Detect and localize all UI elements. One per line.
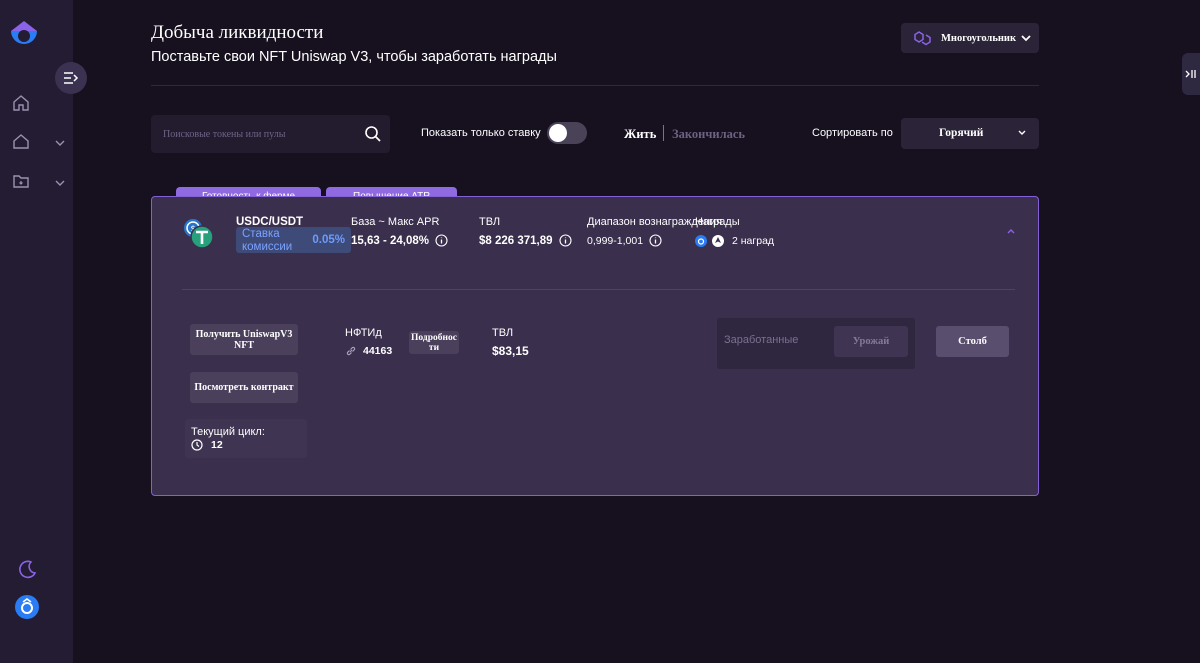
staked-only-toggle[interactable]	[547, 122, 587, 144]
tvl-value: $8 226 371,89	[479, 234, 553, 247]
earned-panel: Заработанные Урожай	[717, 318, 915, 369]
cycle-row: 12	[191, 439, 223, 451]
fee-label: Ставка комиссии	[242, 228, 293, 253]
fee-tier-badge: Ставка комиссии 0.05%	[236, 227, 351, 253]
harvest-button[interactable]: Урожай	[834, 326, 908, 357]
earned-label: Заработанные	[724, 334, 799, 346]
tab-finished[interactable]: Закончилась	[672, 127, 745, 142]
reward-token-icon	[695, 235, 707, 247]
view-contract-button[interactable]: Посмотреть контракт	[190, 372, 298, 403]
position-tvl-value: $83,15	[492, 344, 529, 358]
card-divider	[182, 289, 1015, 290]
stake-button[interactable]: Столб	[936, 326, 1009, 357]
info-icon[interactable]	[558, 234, 572, 247]
chevron-down-icon	[1018, 130, 1026, 135]
chevron-down-icon	[1021, 35, 1031, 42]
tab-live[interactable]: Жить	[624, 127, 656, 142]
fee-value: 0.05%	[312, 234, 345, 246]
rewards-value: 2 наград	[732, 235, 775, 247]
rewards-row: 2 наград	[694, 234, 774, 248]
app-logo[interactable]	[9, 19, 39, 49]
apr-value-row: 15,63 - 24,08%	[351, 234, 448, 247]
chevron-up-icon[interactable]	[1006, 227, 1016, 235]
cycle-label: Текущий цикл:	[191, 426, 265, 438]
polygon-icon	[914, 31, 931, 46]
tab-separator	[663, 125, 664, 141]
position-tvl-label: ТВЛ	[492, 327, 514, 339]
home-icon[interactable]	[12, 94, 32, 114]
search-icon[interactable]	[364, 125, 382, 143]
nft-id-row: 44163	[345, 345, 392, 357]
apr-label: База ~ Макс APR	[351, 216, 440, 228]
sort-value: Горячий	[939, 127, 984, 139]
farm-icon[interactable]	[12, 132, 32, 152]
search-input[interactable]	[163, 115, 353, 153]
link-icon[interactable]	[345, 345, 357, 357]
wallet-icon[interactable]	[12, 172, 32, 192]
staked-only-label: Показать только ставку	[421, 127, 541, 139]
chevron-down-icon[interactable]	[54, 176, 66, 188]
range-value-row: 0,999-1,001	[587, 234, 662, 247]
apr-value: 15,63 - 24,08%	[351, 234, 430, 247]
clock-icon	[191, 439, 203, 451]
info-icon[interactable]	[435, 234, 448, 247]
toggle-knob	[549, 124, 567, 142]
menu-collapse-icon	[64, 72, 79, 84]
sidebar	[0, 0, 87, 663]
pool-card: $ USDC/USDT Ставка комиссии 0.05% База ~…	[151, 196, 1039, 496]
get-nft-button[interactable]: Получить UniswapV3 NFT	[190, 324, 298, 355]
collapse-sidebar-button[interactable]	[55, 62, 87, 94]
page-subtitle: Поставьте свои NFT Uniswap V3, чтобы зар…	[151, 49, 557, 65]
panel-toggle-icon	[1185, 70, 1196, 78]
reward-token-icon	[712, 235, 724, 247]
page-title: Добыча ликвидности	[151, 22, 324, 43]
chevron-down-icon[interactable]	[54, 136, 66, 148]
range-value: 0,999-1,001	[587, 234, 644, 247]
moon-icon[interactable]	[18, 559, 38, 579]
tvl-value-row: $8 226 371,89	[479, 234, 572, 247]
network-label: Многоугольник	[941, 32, 1017, 44]
search-box	[151, 115, 390, 153]
cycle-value: 12	[211, 439, 223, 451]
header-divider	[151, 85, 1039, 86]
sort-label: Сортировать по	[812, 127, 893, 139]
current-cycle-box: Текущий цикл: 12	[185, 419, 307, 458]
details-button[interactable]: Подробности	[409, 331, 459, 354]
tvl-label: ТВЛ	[479, 216, 501, 228]
token-pair-icons: $	[183, 218, 217, 252]
nft-id-label: НФТИд	[345, 327, 382, 339]
side-panel-toggle[interactable]	[1182, 53, 1200, 95]
profile-avatar-icon[interactable]	[15, 595, 39, 619]
network-selector[interactable]: Многоугольник	[901, 23, 1039, 53]
nft-id-value: 44163	[363, 345, 393, 357]
sort-select[interactable]: Горячий	[901, 118, 1039, 149]
rewards-label: Награды	[695, 216, 740, 228]
info-icon[interactable]	[649, 234, 662, 247]
